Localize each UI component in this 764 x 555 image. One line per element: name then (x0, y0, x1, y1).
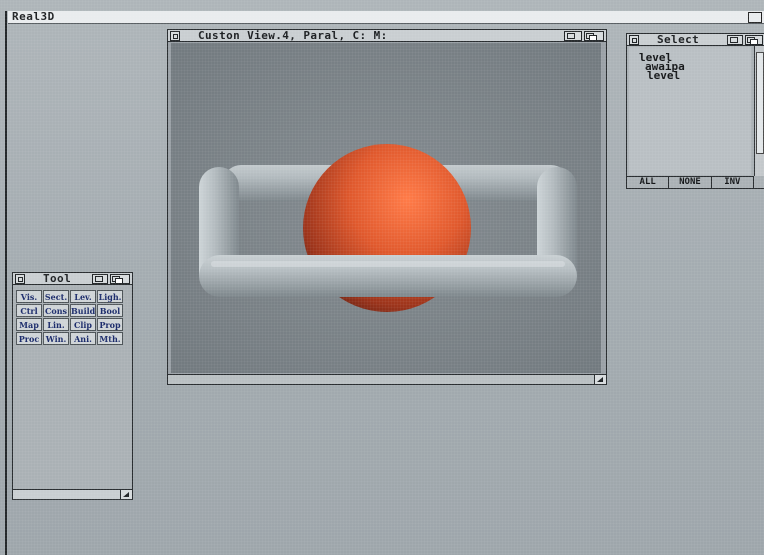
tool-button-proc[interactable]: Proc (16, 332, 42, 345)
depth-icon[interactable] (110, 274, 130, 284)
select-title: Select (657, 33, 700, 46)
object-list[interactable]: level awaipa level (629, 47, 751, 175)
close-icon[interactable] (170, 31, 180, 41)
zoom-icon[interactable] (92, 274, 108, 284)
tool-button-bool[interactable]: Bool (97, 304, 123, 317)
list-item[interactable]: level (629, 70, 751, 81)
select-window[interactable]: Select level awaipa level ALL NONE INV (626, 33, 764, 189)
depth-icon[interactable] (745, 35, 763, 45)
zoom-icon[interactable] (564, 31, 582, 41)
tool-button-map[interactable]: Map (16, 318, 42, 331)
tool-button-ctrl[interactable]: Ctrl (16, 304, 42, 317)
list-scrollbar[interactable] (754, 46, 764, 176)
size-icon[interactable] (120, 489, 132, 499)
tool-button-clip[interactable]: Clip (70, 318, 96, 331)
tool-button-win[interactable]: Win. (43, 332, 69, 345)
tool-button-cons[interactable]: Cons (43, 304, 69, 317)
screen-edge (5, 11, 7, 555)
render-viewport[interactable] (171, 43, 601, 373)
tool-title: Tool (43, 272, 72, 285)
close-icon[interactable] (629, 35, 639, 45)
tool-window[interactable]: Tool Vis. Sect. Lev. Ligh. Ctrl Cons Bui… (12, 272, 133, 500)
tool-button-sect[interactable]: Sect. (43, 290, 69, 303)
select-title-bar[interactable]: Select (627, 33, 764, 46)
tool-button-ligh[interactable]: Ligh. (97, 290, 123, 303)
tool-button-build[interactable]: Build (70, 304, 96, 317)
select-none-button[interactable]: NONE (669, 177, 712, 188)
select-button-row: ALL NONE INV (627, 176, 754, 188)
size-icon[interactable] (594, 374, 606, 384)
tool-bottom-bar (13, 489, 132, 499)
screen-title: Real3D (12, 10, 55, 23)
scene-render (171, 43, 601, 373)
view-bottom-bar (168, 374, 606, 384)
select-invert-button[interactable]: INV (712, 177, 754, 188)
tool-button-prop[interactable]: Prop (97, 318, 123, 331)
screen-title-bar[interactable]: Real3D (8, 10, 764, 24)
screen-depth-icon[interactable] (748, 12, 762, 23)
tool-button-vis[interactable]: Vis. (16, 290, 42, 303)
frame-highlight (211, 261, 565, 267)
select-all-button[interactable]: ALL (627, 177, 670, 188)
workbench-screen: Real3D Custon View.4, Paral, C: M: Selec… (0, 0, 764, 555)
view-title-bar[interactable]: Custon View.4, Paral, C: M: (168, 29, 606, 42)
view-title: Custon View.4, Paral, C: M: (198, 29, 388, 42)
tool-button-ani[interactable]: Ani. (70, 332, 96, 345)
custom-view-window[interactable]: Custon View.4, Paral, C: M: (167, 29, 607, 385)
zoom-icon[interactable] (727, 35, 743, 45)
tool-button-mth[interactable]: Mth. (97, 332, 123, 345)
tool-button-grid: Vis. Sect. Lev. Ligh. Ctrl Cons Build Bo… (16, 290, 123, 345)
tool-button-lev[interactable]: Lev. (70, 290, 96, 303)
tool-button-lin[interactable]: Lin. (43, 318, 69, 331)
depth-icon[interactable] (584, 31, 604, 41)
close-icon[interactable] (15, 274, 25, 284)
tool-title-bar[interactable]: Tool (13, 272, 132, 285)
